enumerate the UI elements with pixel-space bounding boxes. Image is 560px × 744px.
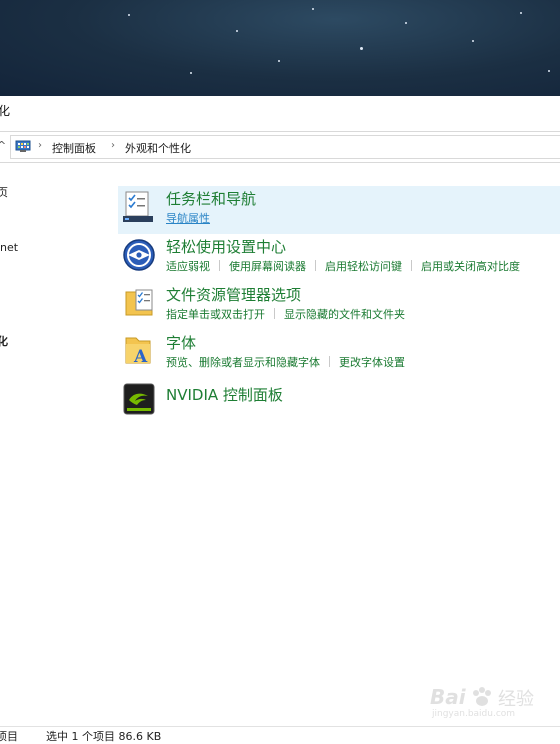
wallpaper-star <box>548 70 550 72</box>
category-item-taskbar[interactable]: 任务栏和导航 导航属性 <box>118 186 560 234</box>
link-high-contrast[interactable]: 启用或关闭高对比度 <box>421 260 520 273</box>
status-selection: 选中 1 个项目 86.6 KB <box>46 730 162 743</box>
wallpaper-star <box>360 47 363 50</box>
link-preview-delete-fonts[interactable]: 预览、删除或者显示和隐藏字体 <box>166 356 320 369</box>
link-single-double-click[interactable]: 指定单击或双击打开 <box>166 308 265 321</box>
paw-icon <box>473 687 491 706</box>
link-navigation-properties[interactable]: 导航属性 <box>166 212 210 225</box>
link-optimize-visual[interactable]: 适应弱视 <box>166 260 210 273</box>
breadcrumb-appearance[interactable]: 外观和个性化 <box>125 140 191 156</box>
ease-of-access-icon <box>123 239 155 271</box>
control-panel-icon <box>15 140 31 152</box>
breadcrumb-chevron-icon[interactable]: › <box>38 140 42 151</box>
sidebar-item-net[interactable]: net <box>0 241 18 254</box>
breadcrumb-chevron-icon[interactable]: › <box>111 140 115 151</box>
link-separator <box>329 356 330 367</box>
address-bar: ^ › 控制面板 › 外观和个性化 <box>0 131 560 163</box>
status-item-count: 项目 <box>0 730 18 743</box>
wallpaper-star <box>128 14 130 16</box>
category-item-fonts[interactable]: A 字体 预览、删除或者显示和隐藏字体 更改字体设置 <box>118 330 560 378</box>
address-box[interactable]: › 控制面板 › 外观和个性化 <box>10 135 560 159</box>
desktop-wallpaper <box>0 0 560 96</box>
category-links-ease-of-access: 适应弱视 使用屏幕阅读器 启用轻松访问键 启用或关闭高对比度 <box>166 258 520 274</box>
watermark-brand: Bai <box>430 685 466 709</box>
link-separator <box>411 260 412 271</box>
link-separator <box>274 308 275 319</box>
category-links-taskbar: 导航属性 <box>166 210 210 226</box>
watermark-sub: 经验 <box>498 689 534 710</box>
wallpaper-star <box>278 60 280 62</box>
category-item-nvidia[interactable]: NVIDIA 控制面板 <box>118 378 560 418</box>
category-heading-fonts[interactable]: 字体 <box>166 332 196 353</box>
category-links-fonts: 预览、删除或者显示和隐藏字体 更改字体设置 <box>166 354 405 370</box>
wallpaper-star <box>312 8 314 10</box>
category-item-ease-of-access[interactable]: 轻松使用设置中心 适应弱视 使用屏幕阅读器 启用轻松访问键 启用或关闭高对比度 <box>118 234 560 282</box>
up-arrow-icon[interactable]: ^ <box>0 139 6 152</box>
link-show-hidden-files[interactable]: 显示隐藏的文件和文件夹 <box>284 308 405 321</box>
nvidia-icon <box>123 383 155 415</box>
category-item-file-explorer-options[interactable]: 文件资源管理器选项 指定单击或双击打开 显示隐藏的文件和文件夹 <box>118 282 560 330</box>
category-heading-nvidia[interactable]: NVIDIA 控制面板 <box>166 384 283 405</box>
link-separator <box>315 260 316 271</box>
taskbar-icon <box>123 191 153 222</box>
baidu-watermark: Bai 经验 jingyan.baidu.com <box>430 683 560 723</box>
wallpaper-star <box>405 22 407 24</box>
sidebar-item-home[interactable]: 页 <box>0 184 8 200</box>
breadcrumb-control-panel[interactable]: 控制面板 <box>52 140 96 156</box>
svg-text:A: A <box>133 347 148 367</box>
link-change-font-settings[interactable]: 更改字体设置 <box>339 356 405 369</box>
fonts-icon: A <box>125 337 151 367</box>
link-screen-reader[interactable]: 使用屏幕阅读器 <box>229 260 306 273</box>
folder-options-icon <box>125 289 153 316</box>
sidebar-item-current: 化 <box>0 335 8 348</box>
wallpaper-star <box>472 40 474 42</box>
wallpaper-star <box>520 12 522 14</box>
wallpaper-star <box>236 30 238 32</box>
category-heading-file-explorer-options[interactable]: 文件资源管理器选项 <box>166 284 301 305</box>
watermark-url: jingyan.baidu.com <box>432 709 516 719</box>
wallpaper-star <box>190 72 192 74</box>
link-ease-access-keys[interactable]: 启用轻松访问键 <box>325 260 402 273</box>
category-heading-taskbar[interactable]: 任务栏和导航 <box>166 188 256 209</box>
status-bar: 项目 选中 1 个项目 86.6 KB <box>0 726 560 743</box>
category-heading-ease-of-access[interactable]: 轻松使用设置中心 <box>166 236 286 257</box>
category-links-file-explorer-options: 指定单击或双击打开 显示隐藏的文件和文件夹 <box>166 306 405 322</box>
window-title: 化 <box>0 104 11 118</box>
link-separator <box>219 260 220 271</box>
